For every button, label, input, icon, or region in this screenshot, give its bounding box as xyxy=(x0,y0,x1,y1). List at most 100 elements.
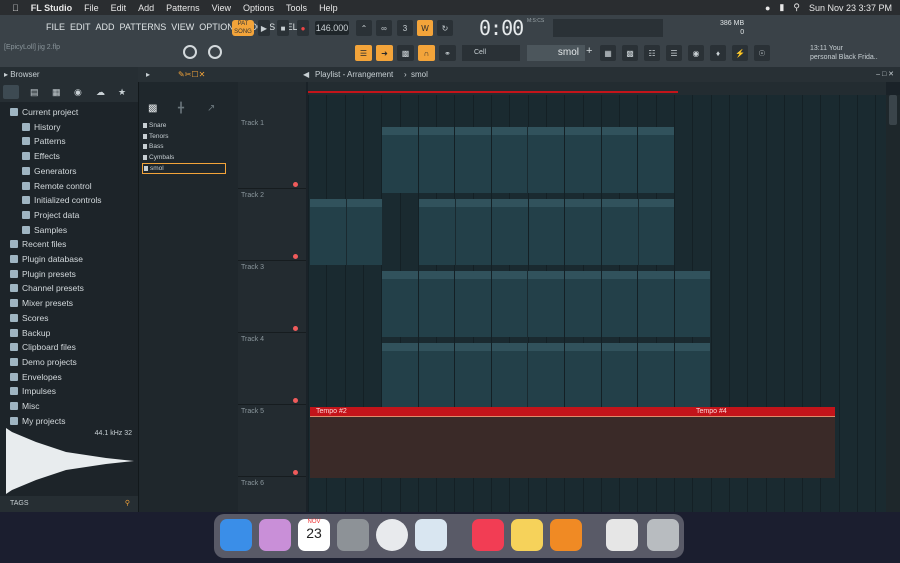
preview-icon[interactable] xyxy=(415,519,447,551)
trash-icon[interactable] xyxy=(647,519,679,551)
pattern-item[interactable]: Bass xyxy=(142,142,226,151)
pattern-clip[interactable]: Bass xyxy=(418,271,455,337)
pattern-clip[interactable]: Snare xyxy=(382,127,418,193)
pattern-clip[interactable]: Snare xyxy=(418,127,455,193)
browser-item[interactable]: Patterns xyxy=(22,134,66,148)
automation-clip[interactable]: Tempo #4 xyxy=(690,407,835,416)
automation-clip[interactable]: Tempo #2 xyxy=(310,407,690,416)
typing-keyboard-icon[interactable]: ▩ xyxy=(397,45,414,61)
menu-help[interactable]: Help xyxy=(319,3,338,13)
browser-item[interactable]: Initialized controls xyxy=(22,193,102,207)
pattern-clip[interactable]: Tenors xyxy=(638,199,675,265)
menu-app-name[interactable]: FL Studio xyxy=(31,3,72,13)
track-record-icon[interactable] xyxy=(293,182,298,187)
pattern-clip[interactable]: Snare xyxy=(638,127,674,193)
menu-tools[interactable]: Tools xyxy=(286,3,307,13)
track-record-icon[interactable] xyxy=(293,254,298,259)
pattern-clip[interactable]: Snare xyxy=(601,127,638,193)
time-display[interactable]: 0:00 xyxy=(479,16,524,40)
pattern-select[interactable]: smol xyxy=(527,45,585,61)
browser-item[interactable]: My projects xyxy=(10,414,65,428)
track-header[interactable] xyxy=(238,333,306,405)
browser-item[interactable]: Plugin presets xyxy=(10,267,76,281)
track-record-icon[interactable] xyxy=(293,398,298,403)
pattern-clip[interactable]: Cymbals xyxy=(565,343,601,409)
all-tab-icon[interactable] xyxy=(3,85,19,99)
pattern-clip[interactable]: Cymbals xyxy=(455,343,491,409)
pattern-clip[interactable]: Bass xyxy=(528,271,564,337)
calendar-icon[interactable]: NOV 23 xyxy=(298,519,330,551)
loop-record-icon[interactable]: ↻ xyxy=(437,20,453,36)
browser-item[interactable]: Project data xyxy=(22,208,79,222)
cloud-tab-icon[interactable]: ☁ xyxy=(96,87,105,98)
system-settings-icon[interactable] xyxy=(337,519,369,551)
project-tab-icon[interactable]: ▦ xyxy=(52,87,61,98)
mixer-icon[interactable]: ☰ xyxy=(666,45,682,61)
automation-curve[interactable] xyxy=(310,416,835,478)
fl-studio-icon[interactable] xyxy=(550,519,582,551)
metronome-icon[interactable]: ⌃ xyxy=(356,20,372,36)
tempo-display[interactable]: 146.000 xyxy=(315,21,349,35)
pattern-clip[interactable]: Cymbals xyxy=(418,343,455,409)
playlist-options-icon[interactable]: ▸ xyxy=(146,67,150,82)
fl-menu-patterns[interactable]: PATTERNS xyxy=(120,22,167,32)
track-name[interactable]: Track 1 xyxy=(241,120,264,127)
pattern-clip[interactable]: Tenors xyxy=(310,199,346,265)
browser-item[interactable]: Mixer presets xyxy=(10,296,73,310)
fl-menu-add[interactable]: ADD xyxy=(96,22,115,32)
pat-song-toggle[interactable]: PAT SONG xyxy=(232,20,254,36)
fl-menu-file[interactable]: FILE xyxy=(46,22,65,32)
tool-icons[interactable]: ✎✂☐✕ xyxy=(178,67,205,82)
pattern-item[interactable]: Cymbals xyxy=(142,153,226,162)
menu-add[interactable]: Add xyxy=(138,3,154,13)
draw-tool-icon[interactable]: ➜ xyxy=(376,45,393,61)
notes-icon[interactable] xyxy=(511,519,543,551)
pattern-clip[interactable]: Snare xyxy=(455,127,491,193)
search-icon[interactable]: ⚲ xyxy=(793,2,800,13)
pattern-clip[interactable]: Tenors xyxy=(565,199,601,265)
pattern-clip[interactable]: Cymbals xyxy=(601,343,638,409)
browser-item[interactable]: Current project xyxy=(10,105,78,119)
search-icon[interactable]: ⚲ xyxy=(125,496,130,512)
pattern-clip[interactable]: Bass xyxy=(491,271,528,337)
pattern-clip[interactable]: Cymbals xyxy=(638,343,674,409)
pattern-mode-icon[interactable]: ☰ xyxy=(355,45,372,61)
pattern-clip[interactable]: Bass xyxy=(382,271,418,337)
browser-item[interactable]: History xyxy=(22,120,60,134)
pattern-clip[interactable]: Bass xyxy=(638,271,674,337)
apple-icon[interactable]:  xyxy=(12,3,19,13)
browser-item[interactable]: Envelopes xyxy=(10,370,62,384)
master-volume-knob[interactable] xyxy=(183,45,197,59)
pattern-clip[interactable]: Bass xyxy=(601,271,638,337)
track-name[interactable]: Track 2 xyxy=(241,192,264,199)
speaker-icon[interactable]: ◀ xyxy=(303,67,309,82)
menu-view[interactable]: View xyxy=(212,3,231,13)
browser-item[interactable]: Samples xyxy=(22,223,67,237)
snap-magnet-icon[interactable]: ∩ xyxy=(418,45,435,61)
browser-item[interactable]: Generators xyxy=(22,164,77,178)
pattern-clip[interactable]: Cymbals xyxy=(674,343,711,409)
wifi-icon[interactable]: ● xyxy=(765,3,770,13)
pattern-clip[interactable]: Bass xyxy=(674,271,711,337)
add-pattern-icon[interactable]: + xyxy=(586,45,592,57)
snap-select[interactable]: Cell xyxy=(462,45,520,61)
datetime[interactable]: Sun Nov 23 3:37 PM xyxy=(809,3,892,13)
browser-item[interactable]: Backup xyxy=(10,326,50,340)
launchpad-icon[interactable] xyxy=(259,519,291,551)
screenshot-icon[interactable] xyxy=(606,519,638,551)
vertical-scrollbar[interactable] xyxy=(886,95,900,512)
menu-patterns[interactable]: Patterns xyxy=(166,3,200,13)
automation-icon[interactable]: ↗ xyxy=(207,103,215,114)
browser-item[interactable]: Effects xyxy=(22,149,60,163)
file-tab-icon[interactable]: ▤ xyxy=(30,87,39,98)
track-header[interactable] xyxy=(238,117,306,189)
browser-item[interactable]: Impulses xyxy=(10,384,56,398)
pattern-clip[interactable]: Tenors xyxy=(346,199,383,265)
tempo-tapper-icon[interactable]: ♦ xyxy=(710,45,726,61)
menu-file[interactable]: File xyxy=(84,3,99,13)
browser-item[interactable]: Misc xyxy=(10,399,39,413)
pattern-clip[interactable]: Bass xyxy=(455,271,491,337)
pattern-clip[interactable]: Snare xyxy=(565,127,601,193)
piano-icon[interactable]: ▩ xyxy=(148,103,157,114)
play-icon[interactable]: ▶ xyxy=(258,20,270,36)
